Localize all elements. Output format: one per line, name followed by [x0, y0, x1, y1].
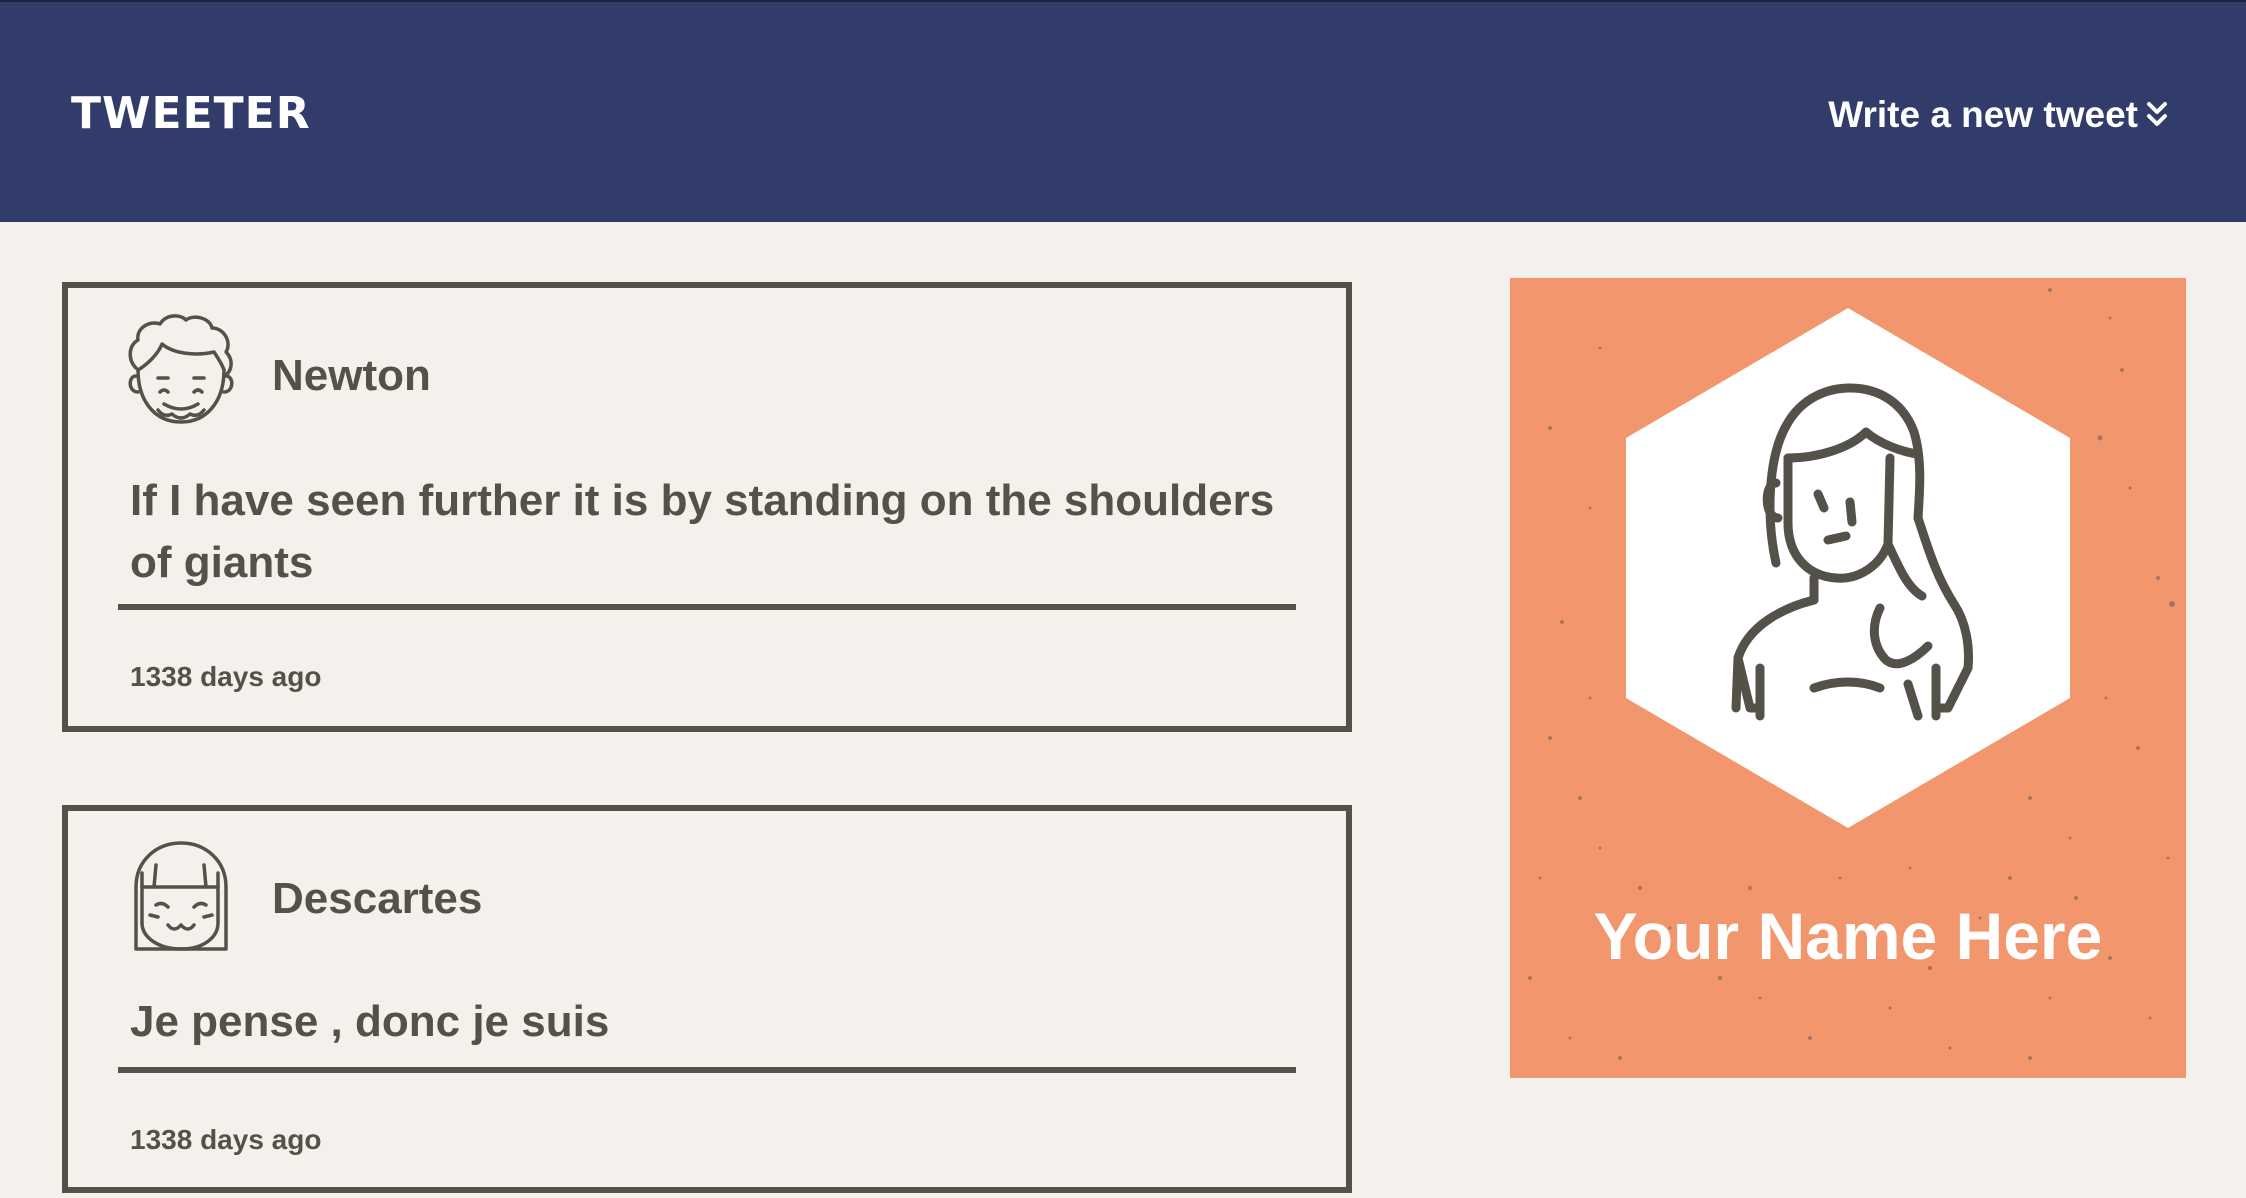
write-new-tweet-label: Write a new tweet [1828, 94, 2138, 135]
double-chevron-down-icon [2147, 102, 2167, 126]
top-navigation-bar: TWEETER Write a new tweet [0, 0, 2246, 222]
write-new-tweet-button[interactable]: Write a new tweet [1828, 92, 2168, 138]
tweet-timestamp: 1338 days ago [130, 661, 322, 692]
tweet-divider [118, 604, 1296, 610]
profile-name: Your Name Here [1593, 899, 2103, 973]
bob-hair-face-icon [134, 841, 228, 951]
tweet-timestamp: 1338 days ago [130, 1124, 322, 1155]
woman-portrait-icon [1626, 308, 2070, 828]
tweet-card: Newton If I have seen further it is by s… [62, 282, 1352, 732]
tweet-text: If I have seen further it is by standing… [130, 476, 1275, 587]
brand-logo[interactable]: TWEETER [71, 88, 311, 140]
tweet-divider [118, 1067, 1296, 1073]
tweet-text: Je pense , donc je suis [130, 997, 610, 1046]
tweet-author[interactable]: Descartes [272, 873, 482, 925]
tweet-author[interactable]: Newton [272, 350, 431, 402]
tweet-card: Descartes Je pense , donc je suis 1338 d… [62, 805, 1352, 1193]
profile-card: Your Name Here [1510, 278, 2186, 1078]
curly-hair-face-icon [128, 314, 234, 424]
